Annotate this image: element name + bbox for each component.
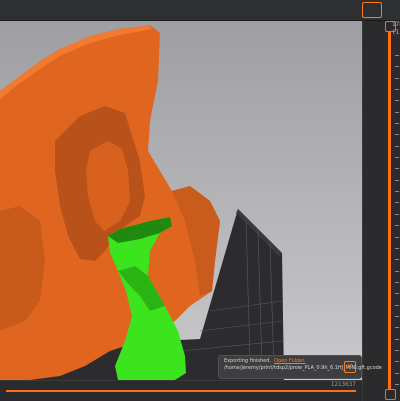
notification-title: Exporting finished. (224, 358, 272, 364)
layer-slider-top-label: 178.80 (1116) (392, 21, 400, 37)
top-toolbar (0, 0, 400, 21)
layer-top-index: (1116) (392, 29, 400, 36)
layer-vertical-slider[interactable]: 178.80 (1116) (362, 21, 400, 401)
export-notification: Exporting finished. Open Folder. /home/je… (218, 355, 382, 379)
scene-render (0, 25, 284, 380)
move-slider-value: 1213637 (330, 381, 356, 388)
close-icon: ✕ (346, 362, 354, 371)
horizontal-move-slider[interactable]: 1213637 (0, 380, 362, 401)
layer-slider-bottom-thumb[interactable] (385, 389, 396, 400)
notification-path: /home/jeremy/print/tdsp2/prow_PLA_0.9h_6… (224, 365, 382, 371)
layer-tick-marks (395, 55, 400, 385)
notification-title-line: Exporting finished. Open Folder. (224, 358, 306, 365)
layer-top-height: 178.80 (392, 21, 400, 28)
move-slider-rail[interactable] (6, 390, 356, 392)
3d-preview-viewport[interactable] (0, 21, 390, 380)
toolbar-collapse-button[interactable] (362, 2, 382, 18)
close-notification-button[interactable]: ✕ (344, 361, 356, 373)
open-folder-link[interactable]: Open Folder. (274, 358, 306, 364)
layer-slider-rail[interactable] (388, 27, 391, 392)
